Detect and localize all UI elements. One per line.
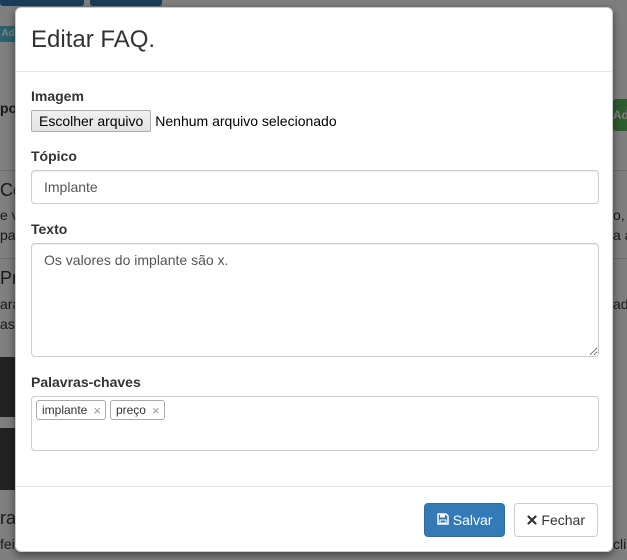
topic-label: Tópico — [31, 148, 77, 164]
topic-input[interactable] — [31, 170, 599, 204]
modal-header: Editar FAQ. — [16, 8, 612, 72]
close-icon — [527, 512, 538, 528]
text-textarea[interactable]: Os valores do implante são x. — [31, 243, 599, 357]
modal-footer: Salvar Fechar — [16, 486, 612, 551]
topic-field-group: Tópico — [31, 148, 599, 204]
keyword-tag-label: preço — [115, 403, 146, 417]
file-input[interactable]: Escolher arquivo Nenhum arquivo selecion… — [31, 110, 597, 132]
text-label: Texto — [31, 221, 68, 237]
keywords-tag-input[interactable]: implante × preço × — [31, 396, 599, 451]
file-status-text: Nenhum arquivo selecionado — [155, 113, 337, 129]
keyword-tag-label: implante — [42, 403, 88, 417]
choose-file-button[interactable]: Escolher arquivo — [31, 110, 152, 132]
keywords-label: Palavras-chaves — [31, 374, 141, 390]
image-field-group: Imagem Escolher arquivo Nenhum arquivo s… — [31, 88, 597, 132]
floppy-disk-icon — [436, 512, 449, 528]
keyword-tag: preço × — [109, 400, 165, 420]
close-button-label: Fechar — [541, 512, 585, 528]
modal-body: Imagem Escolher arquivo Nenhum arquivo s… — [16, 72, 612, 451]
keyword-tag: implante × — [36, 400, 106, 420]
edit-faq-modal: Editar FAQ. Imagem Escolher arquivo Nenh… — [15, 7, 613, 552]
modal-title: Editar FAQ. — [31, 26, 156, 53]
tag-remove-icon[interactable]: × — [93, 404, 101, 417]
image-label: Imagem — [31, 88, 84, 104]
tag-remove-icon[interactable]: × — [152, 404, 160, 417]
text-field-group: Texto Os valores do implante são x. — [31, 221, 599, 357]
save-button[interactable]: Salvar — [423, 503, 506, 537]
close-button[interactable]: Fechar — [514, 503, 598, 537]
keywords-field-group: Palavras-chaves implante × preço × — [31, 374, 599, 451]
save-button-label: Salvar — [452, 512, 493, 528]
